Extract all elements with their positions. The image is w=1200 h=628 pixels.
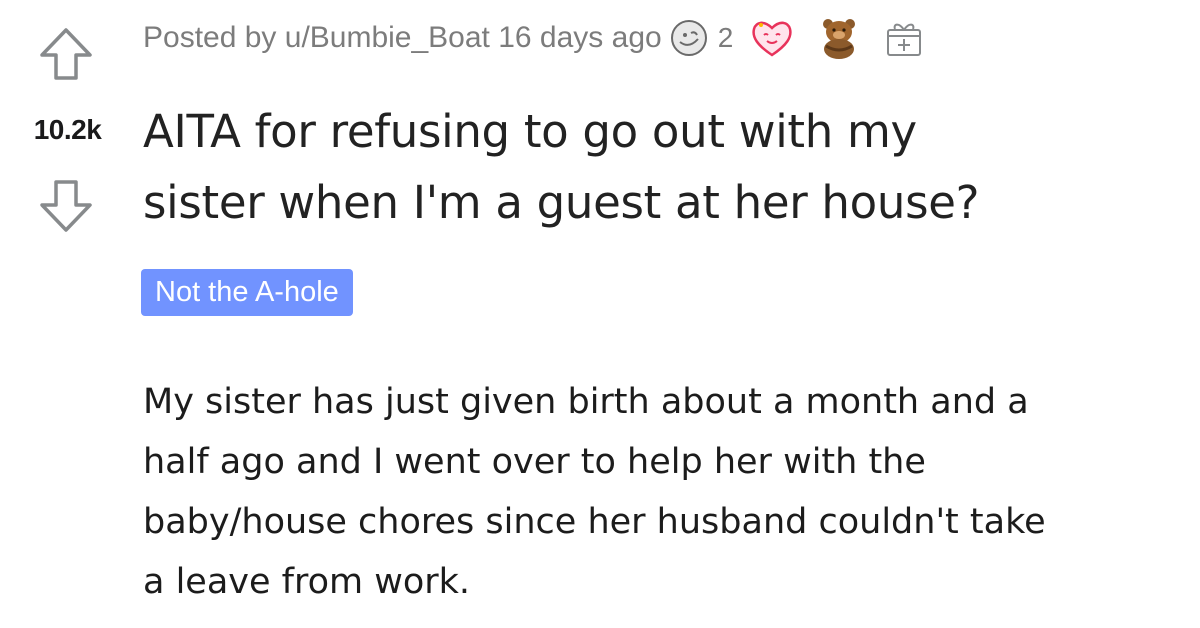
post-body-line: half ago and I went over to help her wit… <box>143 442 926 482</box>
posted-by-text[interactable]: Posted by u/Bumbie_Boat 16 days ago <box>143 21 662 55</box>
post-title-line: sister when I'm a guest at her house? <box>143 176 980 229</box>
vote-column: 10.2k <box>0 0 135 628</box>
post-meta: Posted by u/Bumbie_Boat 16 days ago 2 <box>143 14 923 62</box>
post-body-line: My sister has just given birth about a m… <box>143 382 1029 422</box>
downvote-button[interactable] <box>38 178 94 234</box>
post-body: My sister has just given birth about a m… <box>143 372 1193 612</box>
wholesome-heart-award-icon[interactable] <box>749 17 795 59</box>
post-body-line: a leave from work. <box>143 562 471 602</box>
bear-hug-award-icon[interactable] <box>819 16 859 60</box>
vote-score: 10.2k <box>33 114 102 145</box>
downvote-arrow-icon <box>40 180 92 232</box>
post-flair[interactable]: Not the A-hole <box>141 269 353 316</box>
upvote-arrow-icon <box>40 28 92 80</box>
post-body-line: baby/house chores since her husband coul… <box>143 502 1046 542</box>
gift-award-icon[interactable] <box>885 18 923 58</box>
silver-award-count: 2 <box>717 22 734 53</box>
post-title[interactable]: AITA for refusing to go out with my sist… <box>143 96 1193 238</box>
upvote-button[interactable] <box>38 26 94 82</box>
silver-award-icon[interactable] <box>668 17 710 59</box>
post-title-line: AITA for refusing to go out with my <box>143 105 917 158</box>
